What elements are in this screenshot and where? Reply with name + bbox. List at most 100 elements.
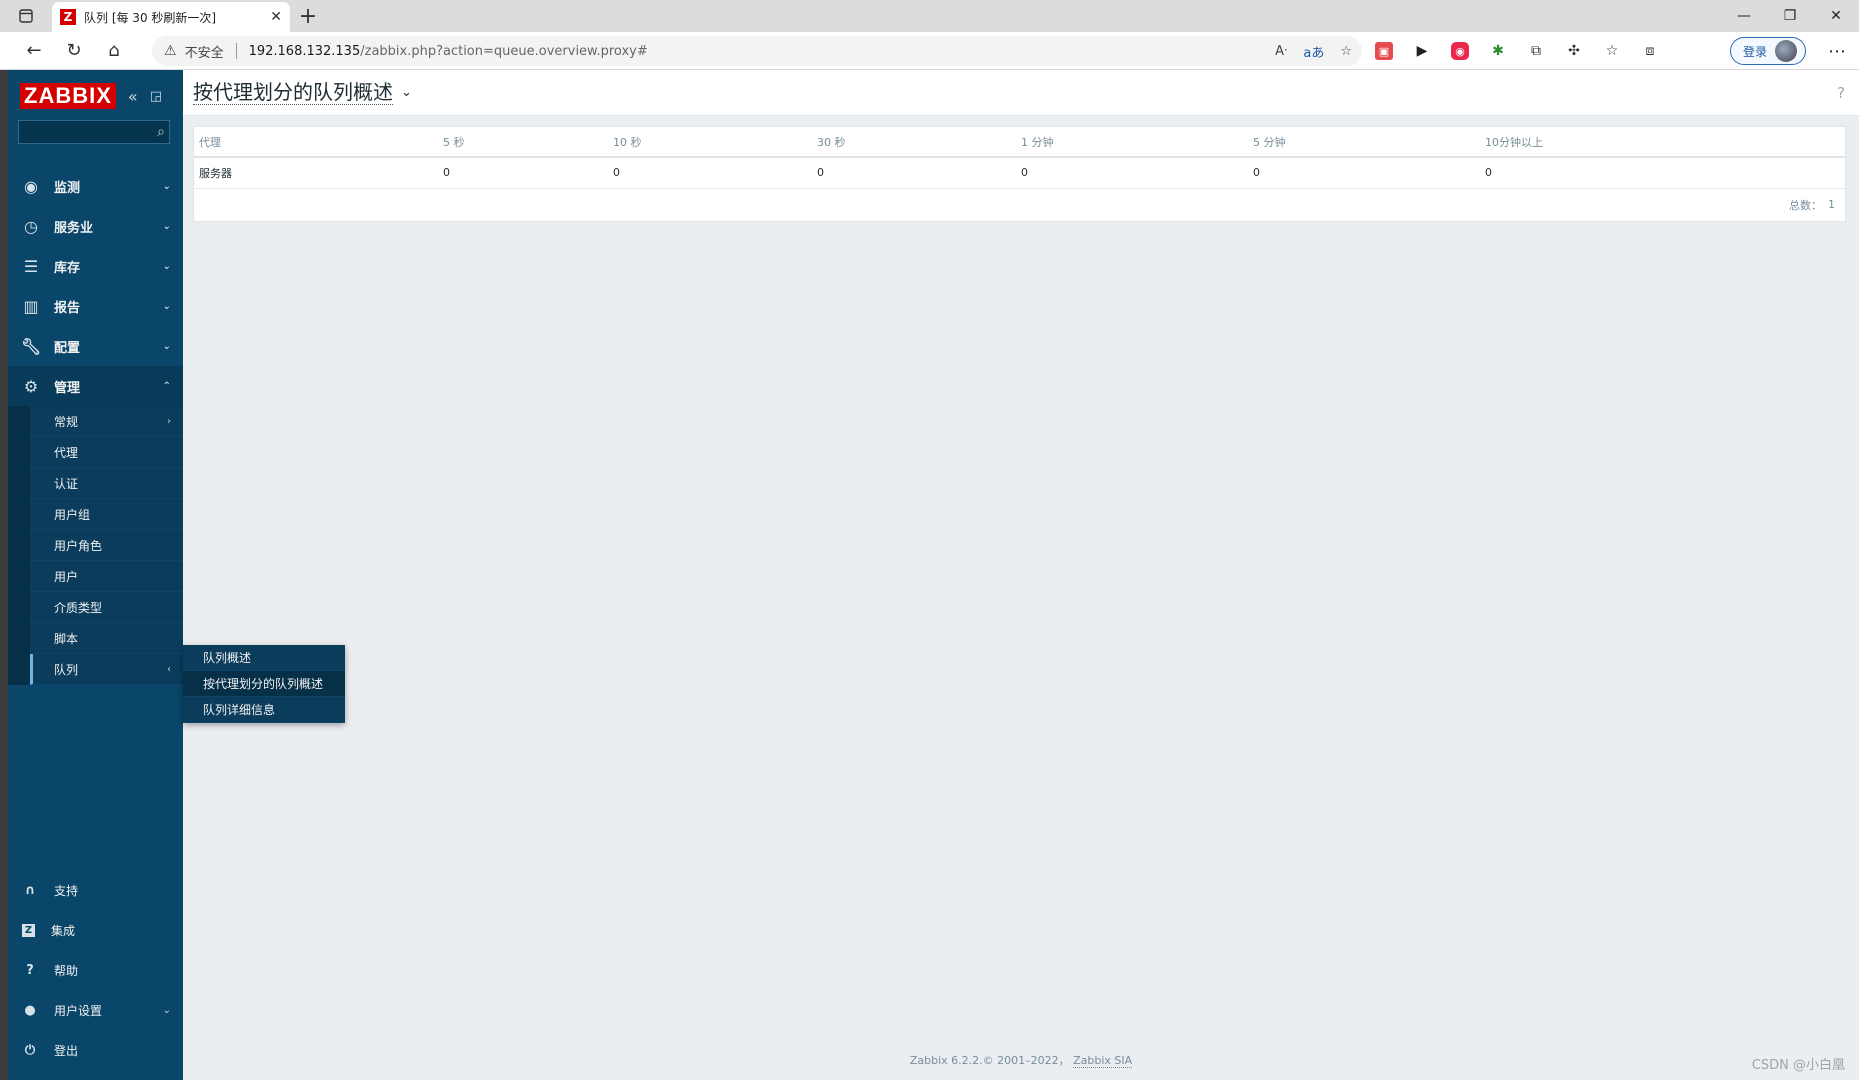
more-options-icon[interactable]: ⋯ [1822, 32, 1852, 70]
collections-icon[interactable]: ⧈ [1641, 42, 1659, 60]
extension-play-icon[interactable]: ▶ [1413, 42, 1431, 60]
back-button[interactable]: ← [14, 32, 54, 70]
submenu-item-general[interactable]: 常规 › [30, 406, 183, 437]
chevron-down-icon: ⌄ [162, 220, 171, 232]
eye-icon: ◉ [24, 176, 38, 196]
submenu-item-user-roles[interactable]: 用户角色 [30, 530, 183, 561]
address-bar[interactable]: ⚠ 不安全 192.168.132.135/zabbix.php?action=… [152, 36, 1362, 66]
sidebar-search-input[interactable]: ⌕ [18, 120, 170, 144]
read-aloud-icon[interactable]: Aᐧ [1275, 44, 1287, 59]
submenu-label: 队列 [54, 662, 79, 677]
divider [235, 43, 237, 59]
administration-submenu: 常规 › 代理 认证 用户组 用户角色 用户 介质类型 脚本 队列 ‹ [8, 406, 183, 685]
tab-actions-icon[interactable] [0, 0, 52, 32]
bar-chart-icon: ▥ [23, 296, 39, 316]
kiosk-mode-icon[interactable]: ◲ [150, 89, 162, 104]
translate-icon[interactable]: aあ [1303, 42, 1324, 61]
browser-tab-bar: Z 队列 [每 30 秒刷新一次] ✕ + — ❐ ✕ [0, 0, 1859, 32]
home-button[interactable]: ⌂ [94, 32, 134, 70]
submenu-item-queue[interactable]: 队列 ‹ [30, 654, 183, 685]
extension-colorful-icon[interactable]: ✱ [1489, 42, 1507, 60]
clock-icon: ◷ [24, 216, 38, 236]
menu-services[interactable]: ◷ 服务业 ⌄ [8, 206, 183, 246]
sidebar-bottom-menu: ∩ 支持 Z 集成 ? 帮助 ● 用户设置 ⌄ ⏻ 登出 [8, 870, 183, 1070]
help-icon[interactable]: ? [1837, 84, 1845, 102]
column-header: 5 分钟 [1248, 127, 1480, 158]
menu-user-settings[interactable]: ● 用户设置 ⌄ [8, 990, 183, 1030]
table-header-row: 代理 5 秒 10 秒 30 秒 1 分钟 5 分钟 10分钟以上 [194, 127, 1845, 158]
url-path: /zabbix.php?action=queue.overview.proxy# [360, 43, 648, 59]
menu-reports[interactable]: ▥ 报告 ⌄ [8, 286, 183, 326]
extension-red-icon[interactable]: ▣ [1375, 42, 1393, 60]
queue-table: 代理 5 秒 10 秒 30 秒 1 分钟 5 分钟 10分钟以上 服务器 0 … [194, 127, 1845, 189]
menu-label: 管理 [54, 380, 81, 396]
column-header: 10分钟以上 [1480, 127, 1845, 158]
total-label: 总数： [1789, 198, 1822, 212]
menu-support[interactable]: ∩ 支持 [8, 870, 183, 910]
main-content: 按代理划分的队列概述 ⌄ ? 代理 5 秒 10 秒 30 秒 1 分钟 5 分… [183, 70, 1859, 1080]
menu-monitoring[interactable]: ◉ 监测 ⌄ [8, 166, 183, 206]
new-tab-button[interactable]: + [290, 0, 326, 32]
search-icon[interactable]: ⌕ [157, 124, 165, 140]
profile-login-button[interactable]: 登录 [1730, 37, 1806, 65]
menu-administration[interactable]: ⚙ 管理 ⌃ [8, 366, 183, 406]
menu-label: 库存 [54, 260, 81, 276]
page-footer: Zabbix 6.2.2.© 2001–2022， Zabbix SIA [183, 1052, 1859, 1068]
menu-inventory[interactable]: ☰ 库存 ⌄ [8, 246, 183, 286]
submenu-item-media-types[interactable]: 介质类型 [30, 592, 183, 623]
headset-icon: ∩ [24, 882, 36, 898]
menu-configuration[interactable]: 🔧︎ 配置 ⌄ [8, 326, 183, 366]
extension-pink-icon[interactable]: ◉ [1451, 42, 1469, 60]
zabbix-logo[interactable]: ZABBIX [20, 83, 116, 109]
footer-link[interactable]: Zabbix SIA [1073, 1054, 1133, 1068]
warning-icon[interactable]: ⚠ [164, 43, 177, 59]
submenu-item-scripts[interactable]: 脚本 [30, 623, 183, 654]
extension-puzzle-grey-icon[interactable]: ⧉ [1527, 42, 1545, 60]
table-cell: 0 [608, 157, 812, 189]
minimize-icon[interactable]: — [1721, 0, 1767, 32]
tab-title: 队列 [每 30 秒刷新一次] [84, 10, 217, 25]
column-header: 代理 [194, 127, 438, 158]
submenu-label: 介质类型 [54, 600, 103, 615]
add-favorite-icon[interactable]: ☆ [1340, 44, 1352, 59]
power-icon: ⏻ [24, 1042, 36, 1058]
table-footer: 总数： 1 [194, 189, 1845, 221]
zabbix-favicon-icon: Z [60, 9, 76, 25]
main-menu: ◉ 监测 ⌄ ◷ 服务业 ⌄ ☰ 库存 ⌄ ▥ 报告 ⌄ 🔧︎ 配置 ⌄ ⚙ 管… [8, 166, 183, 685]
collapse-sidebar-icon[interactable]: « [128, 87, 138, 106]
column-header: 1 分钟 [1016, 127, 1248, 158]
submenu-item-proxies[interactable]: 代理 [30, 437, 183, 468]
menu-integrations[interactable]: Z 集成 [8, 910, 183, 950]
close-tab-icon[interactable]: ✕ [270, 9, 282, 25]
chevron-down-icon: ⌄ [162, 1004, 171, 1016]
browser-tab[interactable]: Z 队列 [每 30 秒刷新一次] ✕ [52, 2, 290, 32]
menu-label: 配置 [54, 340, 81, 356]
close-window-icon[interactable]: ✕ [1813, 0, 1859, 32]
restore-icon[interactable]: ❐ [1767, 0, 1813, 32]
submenu-item-authentication[interactable]: 认证 [30, 468, 183, 499]
submenu-label: 代理 [54, 445, 79, 460]
reload-button[interactable]: ↻ [54, 32, 94, 70]
table-row: 服务器 0 0 0 0 0 0 [194, 157, 1845, 189]
extensions-icon[interactable]: ✣ [1565, 42, 1583, 60]
page-title[interactable]: 按代理划分的队列概述 [193, 80, 393, 105]
menu-help[interactable]: ? 帮助 [8, 950, 183, 990]
menu-sign-out[interactable]: ⏻ 登出 [8, 1030, 183, 1070]
chevron-down-icon[interactable]: ⌄ [401, 85, 412, 100]
list-icon: ☰ [23, 256, 39, 276]
insecure-label[interactable]: 不安全 [185, 42, 224, 61]
submenu-label: 常规 [54, 414, 79, 429]
page-header: 按代理划分的队列概述 ⌄ ? [183, 70, 1859, 116]
url-host: 192.168.132.135 [248, 43, 361, 59]
user-icon: ● [24, 1002, 36, 1018]
sidebar: ZABBIX « ◲ ⌕ ◉ 监测 ⌄ ◷ 服务业 ⌄ ☰ 库存 ⌄ ▥ 报告 … [8, 70, 183, 1080]
submenu-item-user-groups[interactable]: 用户组 [30, 499, 183, 530]
chevron-down-icon: ⌄ [162, 260, 171, 272]
menu-label: 用户设置 [54, 1003, 103, 1018]
chevron-down-icon: ⌄ [162, 180, 171, 192]
queue-table-panel: 代理 5 秒 10 秒 30 秒 1 分钟 5 分钟 10分钟以上 服务器 0 … [193, 126, 1846, 222]
submenu-item-users[interactable]: 用户 [30, 561, 183, 592]
total-value: 1 [1828, 198, 1835, 211]
submenu-label: 用户 [54, 569, 79, 584]
favorites-icon[interactable]: ☆ [1603, 42, 1621, 60]
